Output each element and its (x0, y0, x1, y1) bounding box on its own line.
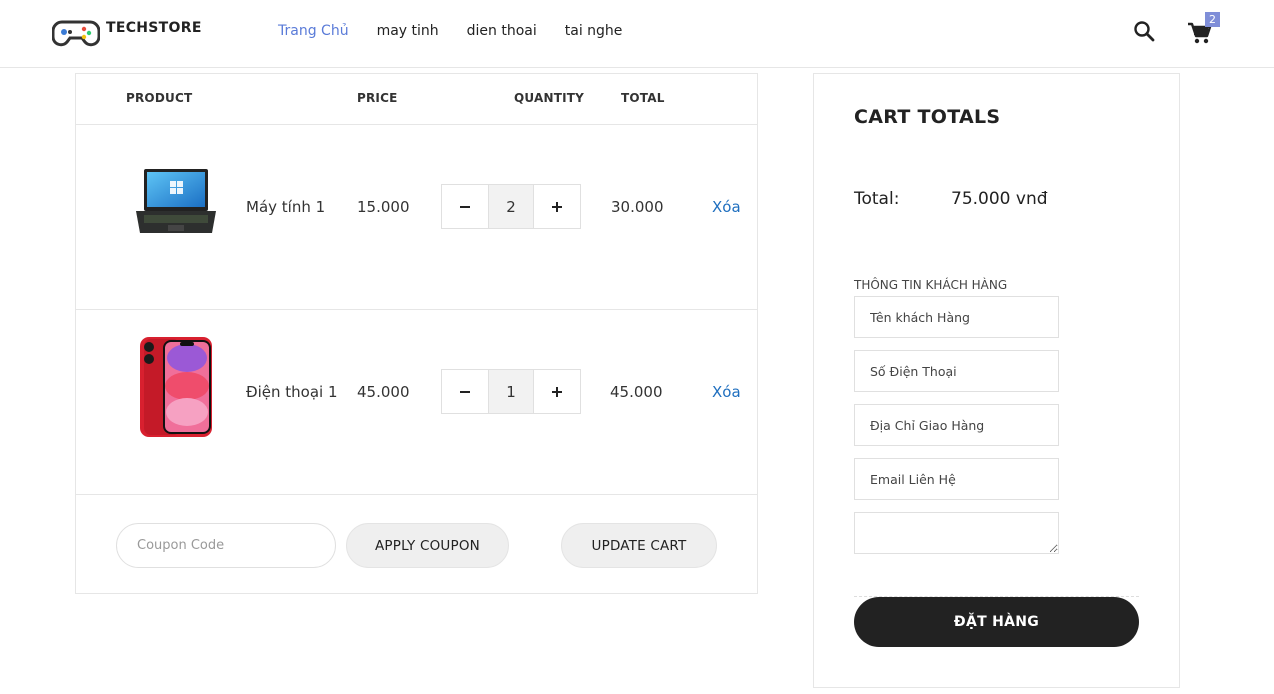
total-value: 75.000 vnđ (951, 189, 1048, 209)
quantity-stepper: 1 (441, 369, 581, 414)
minus-button[interactable] (442, 370, 488, 413)
place-order-button[interactable]: ĐẶT HÀNG (854, 597, 1139, 647)
product-price: 15.000 (357, 198, 410, 216)
header-total: TOTAL (621, 91, 665, 105)
header-quantity: QUANTITY (514, 91, 585, 105)
brand-name: TECHSTORE (106, 20, 202, 36)
total-label: Total: (854, 189, 900, 209)
product-name[interactable]: Máy tính 1 (246, 198, 325, 216)
header-product: PRODUCT (126, 91, 193, 105)
minus-icon (460, 205, 470, 208)
main-nav: Trang Chủ may tinh dien thoai tai nghe (278, 23, 622, 39)
minus-icon (460, 390, 470, 393)
nav-item-tai-nghe[interactable]: tai nghe (565, 23, 623, 39)
coupon-input[interactable] (116, 523, 336, 568)
customer-info-label: THÔNG TIN KHÁCH HÀNG (854, 278, 1008, 292)
quantity-stepper: 2 (441, 184, 581, 229)
apply-coupon-button[interactable]: APPLY COUPON (346, 523, 509, 568)
address-field[interactable] (854, 404, 1059, 446)
header-price: PRICE (357, 91, 398, 105)
nav-item-may-tinh[interactable]: may tinh (377, 23, 439, 39)
divider (76, 124, 757, 125)
product-image-phone (138, 336, 214, 438)
phone-field[interactable] (854, 350, 1059, 392)
plus-button[interactable] (534, 185, 580, 228)
cart-totals-panel: CART TOTALS Total: 75.000 vnđ THÔNG TIN … (813, 73, 1180, 688)
plus-button[interactable] (534, 370, 580, 413)
nav-item-dien-thoai[interactable]: dien thoai (467, 23, 537, 39)
nav-item-home[interactable]: Trang Chủ (278, 23, 349, 39)
minus-button[interactable] (442, 185, 488, 228)
plus-icon (552, 386, 562, 397)
product-total: 30.000 (611, 198, 664, 216)
site-header: TECHSTORE Trang Chủ may tinh dien thoai … (0, 0, 1274, 68)
email-field[interactable] (854, 458, 1059, 500)
logo[interactable]: TECHSTORE (51, 12, 204, 54)
gamepad-icon (51, 16, 101, 50)
cart-totals-title: CART TOTALS (854, 106, 1001, 128)
customer-name-field[interactable] (854, 296, 1059, 338)
product-name[interactable]: Điện thoại 1 (246, 383, 338, 401)
product-image-laptop (134, 167, 218, 237)
remove-link[interactable]: Xóa (712, 383, 741, 401)
product-total: 45.000 (610, 383, 663, 401)
remove-link[interactable]: Xóa (712, 198, 741, 216)
search-icon[interactable] (1133, 20, 1155, 42)
divider (76, 309, 757, 310)
product-price: 45.000 (357, 383, 410, 401)
cart-count-badge: 2 (1205, 12, 1220, 27)
cart-table: PRODUCT PRICE QUANTITY TOTAL Máy tính 1 … (75, 73, 758, 594)
plus-icon (552, 201, 562, 212)
quantity-value[interactable]: 2 (488, 185, 534, 228)
note-textarea[interactable] (854, 512, 1059, 554)
quantity-value[interactable]: 1 (488, 370, 534, 413)
update-cart-button[interactable]: UPDATE CART (561, 523, 717, 568)
divider (76, 494, 757, 495)
